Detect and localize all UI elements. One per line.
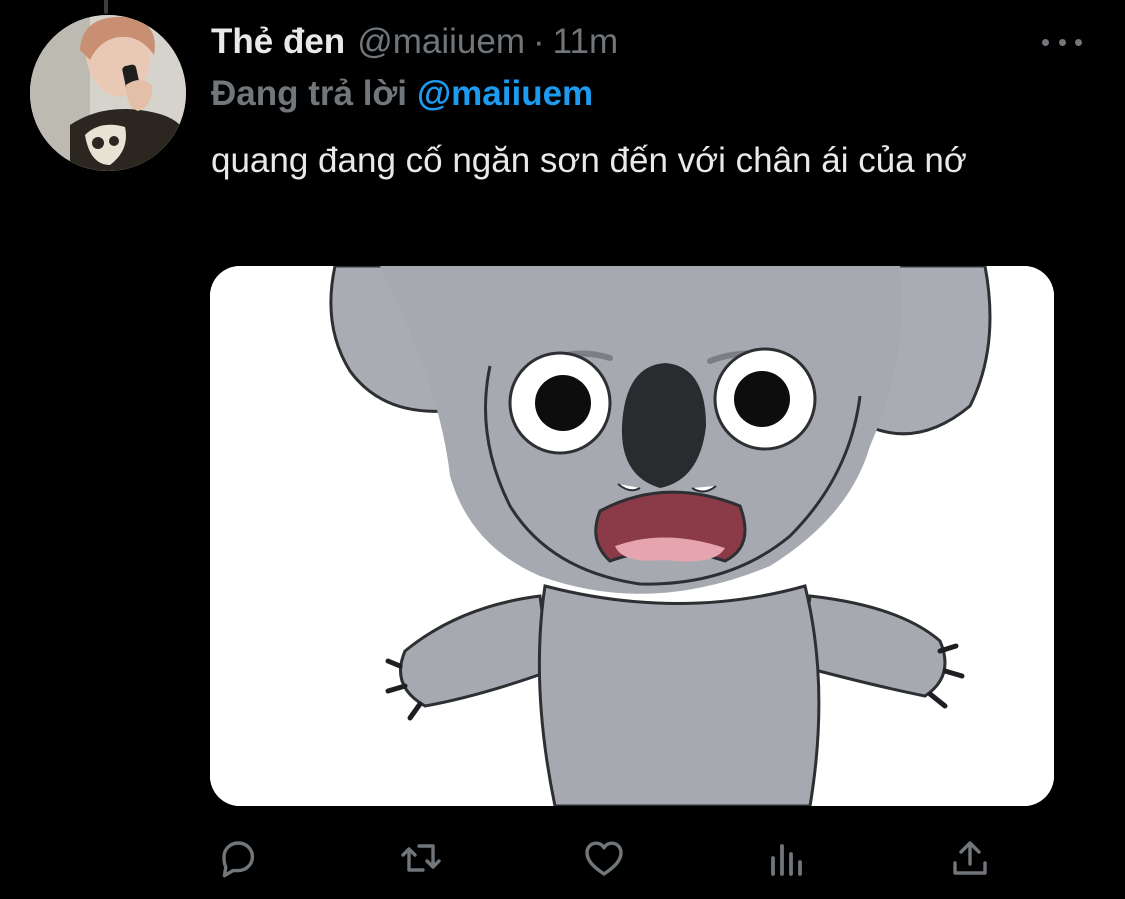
share-icon [953,841,987,875]
tweet-text: quang đang cố ngăn sơn đến với chân ái c… [211,141,967,180]
reply-mention-link[interactable]: @maiiuem [417,74,593,114]
replying-to: Đang trả lời @maiiuem [211,72,593,116]
like-button[interactable] [576,830,632,886]
thread-connector-line [104,0,108,14]
koala-illustration [210,266,1054,806]
more-options-button[interactable] [1040,30,1084,54]
tweet-actions-bar [210,830,1010,886]
display-name[interactable]: Thẻ đen [211,22,345,62]
more-dot-icon [1042,38,1049,46]
reply-button[interactable] [210,830,266,886]
avatar[interactable] [30,15,186,171]
more-dot-icon [1075,38,1082,46]
more-dot-icon [1058,38,1066,46]
timestamp[interactable]: 11m [553,22,619,62]
tweet-media-image[interactable] [210,266,1054,806]
share-button[interactable] [942,830,998,886]
like-icon [585,841,623,876]
analytics-button[interactable] [759,830,815,886]
analytics-icon [771,844,802,876]
user-handle[interactable]: @maiiuem [357,22,525,62]
retweet-button[interactable] [393,830,449,886]
separator-dot: · [532,22,545,61]
tweet-header: Thẻ đen @maiiuem · 11m [211,20,618,64]
reply-icon [222,841,255,878]
reply-prefix: Đang trả lời [211,74,408,113]
retweet-icon [401,844,441,872]
